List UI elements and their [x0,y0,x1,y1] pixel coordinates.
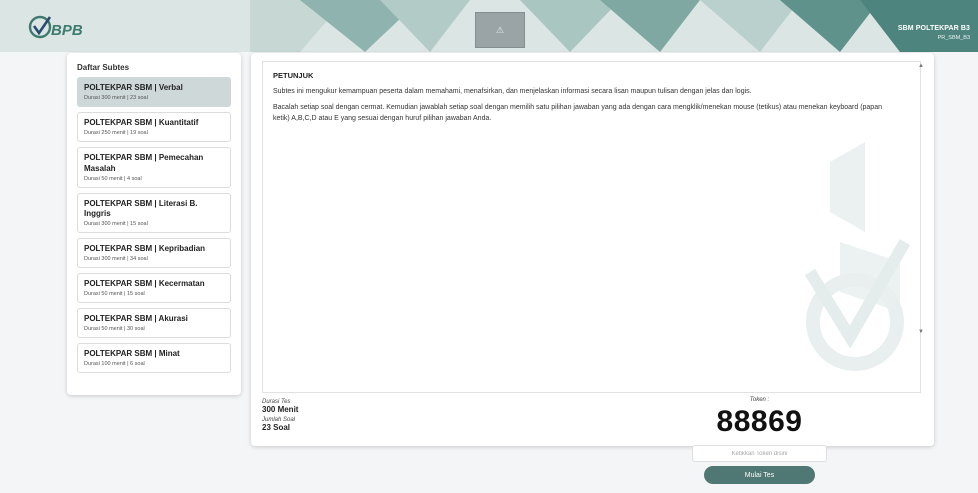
instructions-paragraph-1: Subtes ini mengukur kemampuan peserta da… [273,88,752,95]
subtest-meta: Durasi 50 menit | 30 soal [84,326,145,332]
user-name: SBM POLTEKPAR B3 [897,25,970,32]
question-count-value: 23 Soal [262,423,291,432]
subtest-item-minat[interactable]: POLTEKPAR SBM | Minat Durasi 100 menit |… [77,343,231,373]
token-input[interactable] [692,445,827,462]
token-section: Token : 88869 Mulai Tes [692,397,827,484]
center-tab[interactable]: ⚠ [475,12,525,48]
subtest-item-pemecahan-masalah[interactable]: POLTEKPAR SBM | Pemecahan Masalah Durasi… [77,147,231,188]
subtest-name: POLTEKPAR SBM | Kepribadian [84,244,206,253]
subtest-name: POLTEKPAR SBM | Verbal [84,83,183,92]
subtest-name: POLTEKPAR SBM | Minat [84,349,180,358]
duration-value: 300 Menit [262,405,299,414]
start-test-button[interactable]: Mulai Tes [704,466,815,484]
token-label: Token : [749,397,770,403]
subtest-item-kecermatan[interactable]: POLTEKPAR SBM | Kecermatan Durasi 50 men… [77,273,231,303]
instructions-box[interactable]: PETUNJUK Subtes ini mengukur kemampuan p… [262,61,921,393]
test-info: Durasi Tes 300 Menit Jumlah Soal 23 Soal [262,399,298,435]
subtest-name: POLTEKPAR SBM | Kecermatan [84,279,205,288]
subtest-item-kuantitatif[interactable]: POLTEKPAR SBM | Kuantitatif Durasi 250 m… [77,112,231,142]
warning-icon: ⚠ [495,24,505,35]
logo-watermark [804,142,910,371]
scroll-down-icon[interactable]: ▼ [917,328,925,336]
subtest-name: POLTEKPAR SBM | Kuantitatif [84,118,199,127]
logo-text: BPB [51,22,83,39]
subtest-item-literasi-inggris[interactable]: POLTEKPAR SBM | Literasi B. Inggris Dura… [77,192,231,233]
scroll-up-icon[interactable]: ▲ [917,62,925,70]
subtest-item-verbal[interactable]: POLTEKPAR SBM | Verbal Durasi 300 menit … [77,77,231,107]
bpb-logo: BPB [28,15,83,39]
subtest-meta: Durasi 250 menit | 19 soal [84,130,148,136]
subtest-name: POLTEKPAR SBM | Akurasi [84,314,188,323]
main-panel: PETUNJUK Subtes ini mengukur kemampuan p… [251,53,934,484]
subtest-name: POLTEKPAR SBM | Pemecahan Masalah [84,153,204,173]
subtest-meta: Durasi 300 menit | 15 soal [84,221,148,227]
subtest-meta: Durasi 50 menit | 4 soal [84,175,142,182]
subtest-meta: Durasi 300 menit | 23 soal [84,95,148,101]
subtest-item-kepribadian[interactable]: POLTEKPAR SBM | Kepribadian Durasi 300 m… [77,238,231,268]
top-header: BPB ⚠ SBM POLTEKPAR B3 PR_SBM_B3 [0,0,978,52]
instructions-paragraph-2: Bacalah setiap soal dengan cermat. Kemud… [273,104,882,122]
sidebar-title: Daftar Subtes [77,63,130,72]
subtest-meta: Durasi 300 menit | 34 soal [84,256,148,262]
subtest-meta: Durasi 50 menit | 15 soal [84,291,145,297]
subtest-name: POLTEKPAR SBM | Literasi B. Inggris [84,198,198,219]
subtest-sidebar: Daftar Subtes POLTEKPAR SBM | Verbal Dur… [67,53,241,395]
user-id: PR_SBM_B3 [937,35,970,41]
token-value: 88869 [716,405,803,438]
instructions-title: PETUNJUK [273,71,314,80]
subtest-item-akurasi[interactable]: POLTEKPAR SBM | Akurasi Durasi 50 menit … [77,308,231,338]
subtest-meta: Durasi 100 menit | 6 soal [84,361,145,367]
